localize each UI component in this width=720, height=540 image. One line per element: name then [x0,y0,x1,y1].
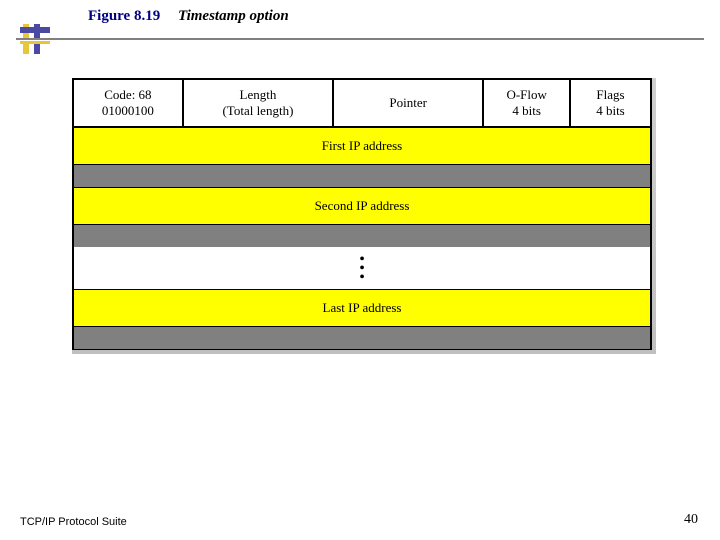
first-timestamp-slot [73,165,651,187]
field-length: Length (Total length) [183,79,333,127]
vertical-ellipsis-icon: ••• [359,255,365,282]
field-oflow: O-Flow 4 bits [483,79,570,127]
last-ip-row: Last IP address [73,289,651,327]
field-oflow-bits: 4 bits [512,103,541,119]
second-ip-row: Second IP address [73,187,651,225]
last-ip-label: Last IP address [73,289,651,327]
header-divider [16,38,704,40]
field-flags-label: Flags [596,87,624,103]
field-oflow-label: O-Flow [506,87,546,103]
field-length-label: Length [240,87,277,103]
first-ip-row: First IP address [73,127,651,165]
footer-source: TCP/IP Protocol Suite [20,516,127,528]
field-pointer: Pointer [333,79,483,127]
page-number: 40 [684,512,698,528]
ellipsis-row: ••• [73,247,651,289]
field-flags-bits: 4 bits [596,103,625,119]
option-header-row: Code: 68 01000100 Length (Total length) … [73,79,651,127]
figure-title: Figure 8.19 Timestamp option [88,8,289,25]
field-code-value: Code: 68 [104,87,151,103]
field-pointer-label: Pointer [389,95,427,111]
timestamp-option-diagram: Code: 68 01000100 Length (Total length) … [72,78,656,354]
first-ip-label: First IP address [73,127,651,165]
second-ip-label: Second IP address [73,187,651,225]
field-flags: Flags 4 bits [570,79,651,127]
last-timestamp-slot [73,327,651,349]
field-length-sub: (Total length) [222,103,293,119]
figure-number: Figure 8.19 [88,8,160,24]
field-code: Code: 68 01000100 [73,79,183,127]
field-code-binary: 01000100 [102,103,154,119]
second-timestamp-slot [73,225,651,247]
figure-caption: Timestamp option [178,8,289,24]
